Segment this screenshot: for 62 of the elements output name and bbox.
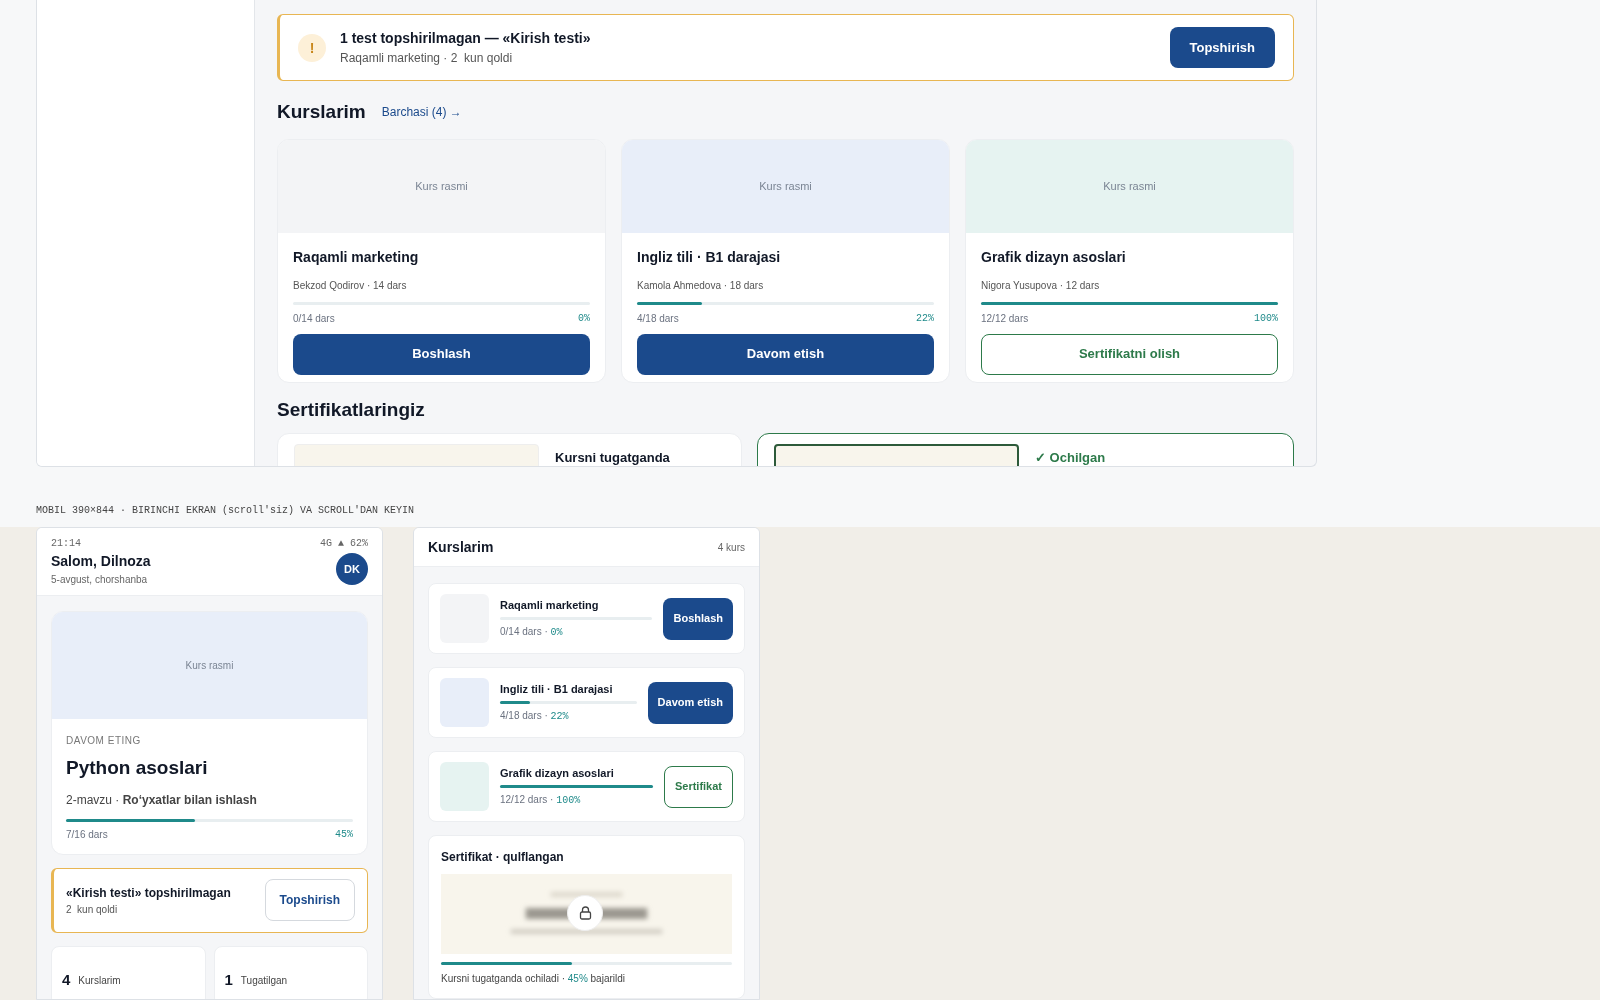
course-title: Grafik dizayn asoslari bbox=[981, 247, 1127, 267]
course-meta: Bekzod Qodirov · 14 dars bbox=[293, 278, 408, 293]
alert-subtitle: 2 kun qoldi bbox=[66, 902, 119, 917]
course-row[interactable]: Ingliz tili · B1 darajasi 4/18 dars · 22% Davom etish bbox=[428, 667, 745, 738]
course-meta: Nigora Yusupova · 12 dars bbox=[981, 278, 1101, 293]
image-label: Kurs rasmi bbox=[1103, 178, 1156, 194]
submit-button[interactable]: Topshirish bbox=[264, 879, 355, 921]
image-label: Kurs rasmi bbox=[759, 178, 812, 194]
progress-text: 4/18 dars · 22% bbox=[500, 709, 570, 725]
course-title: Ingliz tili · B1 darajasi bbox=[500, 681, 614, 697]
image-label: Kurs rasmi bbox=[415, 178, 468, 194]
lesson-count: 12/12 dars bbox=[981, 311, 1029, 326]
course-title: Raqamli marketing bbox=[293, 247, 420, 267]
course-title: Python asoslari bbox=[66, 756, 209, 780]
course-button[interactable]: Davom etish bbox=[647, 681, 733, 724]
course-button[interactable]: Boshlash bbox=[663, 597, 733, 640]
greeting: Salom, Dilnoza bbox=[51, 552, 151, 571]
lesson-count: 0/14 dars bbox=[293, 311, 335, 326]
mobile-caption: MOBIL 390×844 · BIRINCHI EKRAN (scroll'siz) VA SCROLL'DAN KEYIN bbox=[36, 504, 416, 518]
date-label: 5-avgust, chorshanba bbox=[51, 573, 149, 587]
progress-text: 12/12 dars · 100% bbox=[500, 793, 582, 809]
alert-title: «Kirish testi» topshirilmagan bbox=[66, 884, 232, 902]
course-row[interactable]: Raqamli marketing 0/14 dars · 0% Boshlash bbox=[428, 583, 745, 654]
warning-icon: ! bbox=[298, 33, 326, 62]
progress-text: 0/14 dars · 0% bbox=[500, 625, 564, 641]
course-button[interactable]: Davom etish bbox=[637, 333, 934, 375]
unlock-caption: Kursni tugatganda ochiladi · 45% bajarildi bbox=[441, 972, 627, 986]
lesson-count: 7/16 dars bbox=[66, 827, 108, 842]
percent-label: 100% bbox=[1254, 311, 1278, 326]
course-button[interactable]: Boshlash bbox=[293, 333, 590, 375]
stat-value: 4 bbox=[62, 970, 71, 991]
stat-label: Kurslarim bbox=[78, 974, 121, 988]
stat-value: 1 bbox=[224, 970, 233, 991]
submit-button[interactable]: Topshirish bbox=[1169, 27, 1275, 68]
alert-subtitle: Raqamli marketing · 2 kun qoldi bbox=[340, 50, 514, 67]
section-title: Kurslarim bbox=[277, 100, 366, 124]
percent-label: 22% bbox=[916, 311, 934, 326]
percent-label: 45% bbox=[335, 827, 353, 842]
course-count: 4 kurs bbox=[717, 540, 745, 555]
stat-label: Tugatilgan bbox=[240, 974, 288, 988]
course-title: Ingliz tili · B1 darajasi bbox=[637, 247, 782, 267]
course-button[interactable]: Sertifikat bbox=[663, 765, 733, 808]
card-title: Sertifikat · qulflangan bbox=[441, 849, 565, 866]
topic-label: 2-mavzu · Ro‘yxatlar bilan ishlash bbox=[66, 791, 258, 809]
course-title: Raqamli marketing bbox=[500, 597, 600, 613]
certificate-status: Kursni tugatganda bbox=[555, 450, 670, 466]
image-label: Kurs rasmi bbox=[185, 659, 234, 673]
course-row[interactable]: Grafik dizayn asoslari 12/12 dars · 100% Sertifikat bbox=[428, 751, 745, 822]
percent-label: 0% bbox=[578, 311, 590, 326]
unlocked-status: ✓ Ochilgan bbox=[1035, 450, 1106, 466]
course-title: Grafik dizayn asoslari bbox=[500, 765, 615, 781]
view-all-link[interactable]: Barchasi (4) → bbox=[381, 103, 462, 122]
course-meta: Kamola Ahmedova · 18 dars bbox=[637, 278, 765, 293]
screen-title: Kurslarim bbox=[428, 537, 494, 557]
course-button[interactable]: Sertifikatni olish bbox=[981, 333, 1278, 375]
avatar[interactable]: DK bbox=[336, 553, 368, 585]
status-time: 21:14 bbox=[51, 537, 81, 551]
status-indicators: 4G ▲ 62% bbox=[320, 537, 368, 551]
section-title: Sertifikatlaringiz bbox=[277, 397, 426, 422]
alert-title: 1 test topshirilmagan — «Kirish testi» bbox=[340, 29, 592, 48]
eyebrow-label: DAVOM ETING bbox=[66, 734, 142, 748]
lesson-count: 4/18 dars bbox=[637, 311, 679, 326]
